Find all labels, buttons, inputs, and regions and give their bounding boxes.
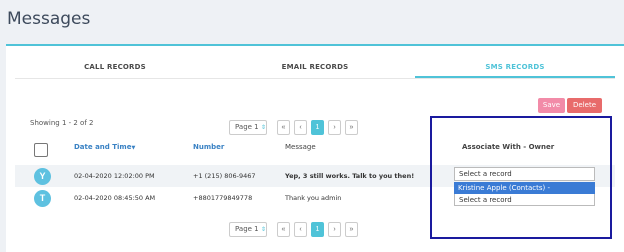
header-message: Message: [285, 143, 316, 151]
delete-button[interactable]: Delete: [567, 98, 602, 113]
row-message: Yep, 3 still works. Talk to you then!: [285, 172, 415, 180]
page-select-label: Page 1: [235, 123, 259, 131]
page-select-label: Page 1: [235, 225, 259, 233]
avatar: T: [34, 190, 51, 207]
prev-page-button[interactable]: ‹: [294, 120, 307, 135]
page-select[interactable]: Page 1 ⇕: [229, 222, 267, 237]
highlight-annotation-box: [430, 116, 612, 239]
tabs-divider: [15, 78, 615, 79]
row-number: +8801779849778: [193, 194, 253, 202]
page-select[interactable]: Page 1 ⇕: [229, 120, 267, 135]
page-title: Messages: [7, 9, 91, 29]
next-page-button[interactable]: ›: [328, 222, 341, 237]
tab-call-records[interactable]: CALL RECORDS: [15, 56, 215, 78]
select-all-checkbox[interactable]: [34, 143, 48, 157]
prev-page-button[interactable]: ‹: [294, 222, 307, 237]
tab-sms-records[interactable]: SMS RECORDS: [415, 56, 615, 78]
sort-down-icon: ▼: [131, 145, 136, 151]
first-page-button[interactable]: «: [277, 120, 290, 135]
row-date: 02-04-2020 08:45:50 AM: [74, 194, 156, 202]
tab-bar: CALL RECORDS EMAIL RECORDS SMS RECORDS: [15, 56, 615, 78]
record-count: Showing 1 - 2 of 2: [30, 119, 94, 127]
last-page-button[interactable]: »: [345, 120, 358, 135]
current-page-button[interactable]: 1: [311, 222, 324, 237]
sort-arrows-icon: ⇕: [260, 124, 266, 131]
last-page-button[interactable]: »: [345, 222, 358, 237]
next-page-button[interactable]: ›: [328, 120, 341, 135]
header-date-time-label: Date and Time: [74, 143, 132, 151]
current-page-button[interactable]: 1: [311, 120, 324, 135]
save-button[interactable]: Save: [538, 98, 565, 113]
avatar: Y: [34, 168, 51, 185]
first-page-button[interactable]: «: [277, 222, 290, 237]
header-number[interactable]: Number: [193, 143, 224, 151]
row-date: 02-04-2020 12:02:00 PM: [74, 172, 155, 180]
sort-arrows-icon: ⇕: [260, 226, 266, 233]
row-message: Thank you admin: [285, 194, 342, 202]
tab-email-records[interactable]: EMAIL RECORDS: [215, 56, 415, 78]
row-number: +1 (215) 806-9467: [193, 172, 256, 180]
header-date-time[interactable]: Date and Time▼: [74, 143, 135, 151]
